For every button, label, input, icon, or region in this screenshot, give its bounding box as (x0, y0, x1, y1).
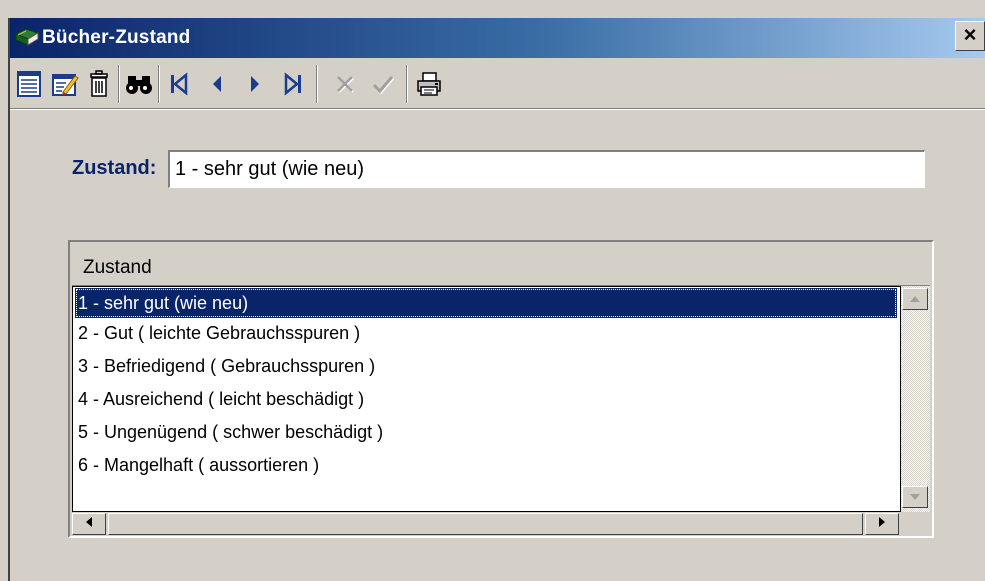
checkmark-icon (370, 72, 396, 96)
arrow-up-icon (909, 290, 921, 308)
list-item[interactable]: 3 - Befriedigend ( Gebrauchsspuren ) (75, 351, 897, 381)
zustand-label: Zustand: (72, 157, 157, 179)
first-record-button[interactable] (162, 68, 196, 100)
scroll-corner (901, 512, 930, 536)
column-header-zustand[interactable]: Zustand (72, 244, 930, 286)
cancel-x-icon (333, 72, 357, 96)
last-record-button[interactable] (276, 68, 310, 100)
toolbar-separator (406, 65, 408, 103)
previous-record-button[interactable] (200, 68, 234, 100)
first-record-icon (168, 72, 190, 96)
scroll-up-button[interactable] (902, 288, 928, 310)
edit-record-button[interactable] (48, 68, 82, 100)
arrow-down-icon (909, 488, 921, 506)
toolbar-separator (158, 65, 160, 103)
cancel-button[interactable] (328, 68, 362, 100)
search-button[interactable] (122, 68, 156, 100)
scroll-down-button[interactable] (902, 486, 928, 508)
printer-icon (415, 71, 443, 97)
close-button[interactable]: × (955, 21, 985, 51)
delete-record-button[interactable] (82, 68, 116, 100)
scroll-right-button[interactable] (865, 513, 899, 535)
zustand-input[interactable]: 1 - sehr gut (wie neu) (168, 150, 925, 188)
title-bar[interactable]: Bücher-Zustand (10, 18, 985, 58)
last-record-icon (282, 72, 304, 96)
toolbar-divider (10, 108, 985, 110)
grid-list: 1 - sehr gut (wie neu) 2 - Gut ( leichte… (72, 286, 901, 512)
book-icon (14, 26, 40, 48)
next-record-button[interactable] (238, 68, 272, 100)
toolbar (10, 60, 985, 108)
arrow-left-icon (85, 515, 93, 533)
binoculars-icon (125, 72, 153, 96)
window-title: Bücher-Zustand (42, 27, 191, 48)
horizontal-scrollbar[interactable] (72, 512, 901, 536)
edit-record-icon (51, 70, 79, 98)
vertical-scrollbar[interactable] (901, 286, 930, 512)
scroll-left-button[interactable] (72, 513, 106, 535)
new-record-button[interactable] (12, 68, 46, 100)
next-record-icon (246, 72, 264, 96)
arrow-right-icon (878, 515, 886, 533)
toolbar-separator (316, 65, 318, 103)
print-button[interactable] (412, 68, 446, 100)
scroll-thumb[interactable] (108, 513, 863, 535)
toolbar-separator (118, 65, 120, 103)
list-item[interactable]: 6 - Mangelhaft ( aussortieren ) (75, 450, 897, 480)
previous-record-icon (208, 72, 226, 96)
scroll-track[interactable] (901, 286, 930, 512)
confirm-button[interactable] (366, 68, 400, 100)
app-window: Bücher-Zustand × Zustand: 1 - sehr gut (… (0, 0, 985, 581)
list-item[interactable]: 2 - Gut ( leichte Gebrauchsspuren ) (75, 318, 897, 348)
list-item[interactable]: 1 - sehr gut (wie neu) (75, 288, 897, 318)
new-document-icon (16, 70, 42, 98)
list-item[interactable]: 4 - Ausreichend ( leicht beschädigt ) (75, 384, 897, 414)
zustand-grid: Zustand 1 - sehr gut (wie neu) 2 - Gut (… (68, 240, 934, 538)
list-item[interactable]: 5 - Ungenügend ( schwer beschädigt ) (75, 417, 897, 447)
trash-icon (88, 70, 110, 98)
